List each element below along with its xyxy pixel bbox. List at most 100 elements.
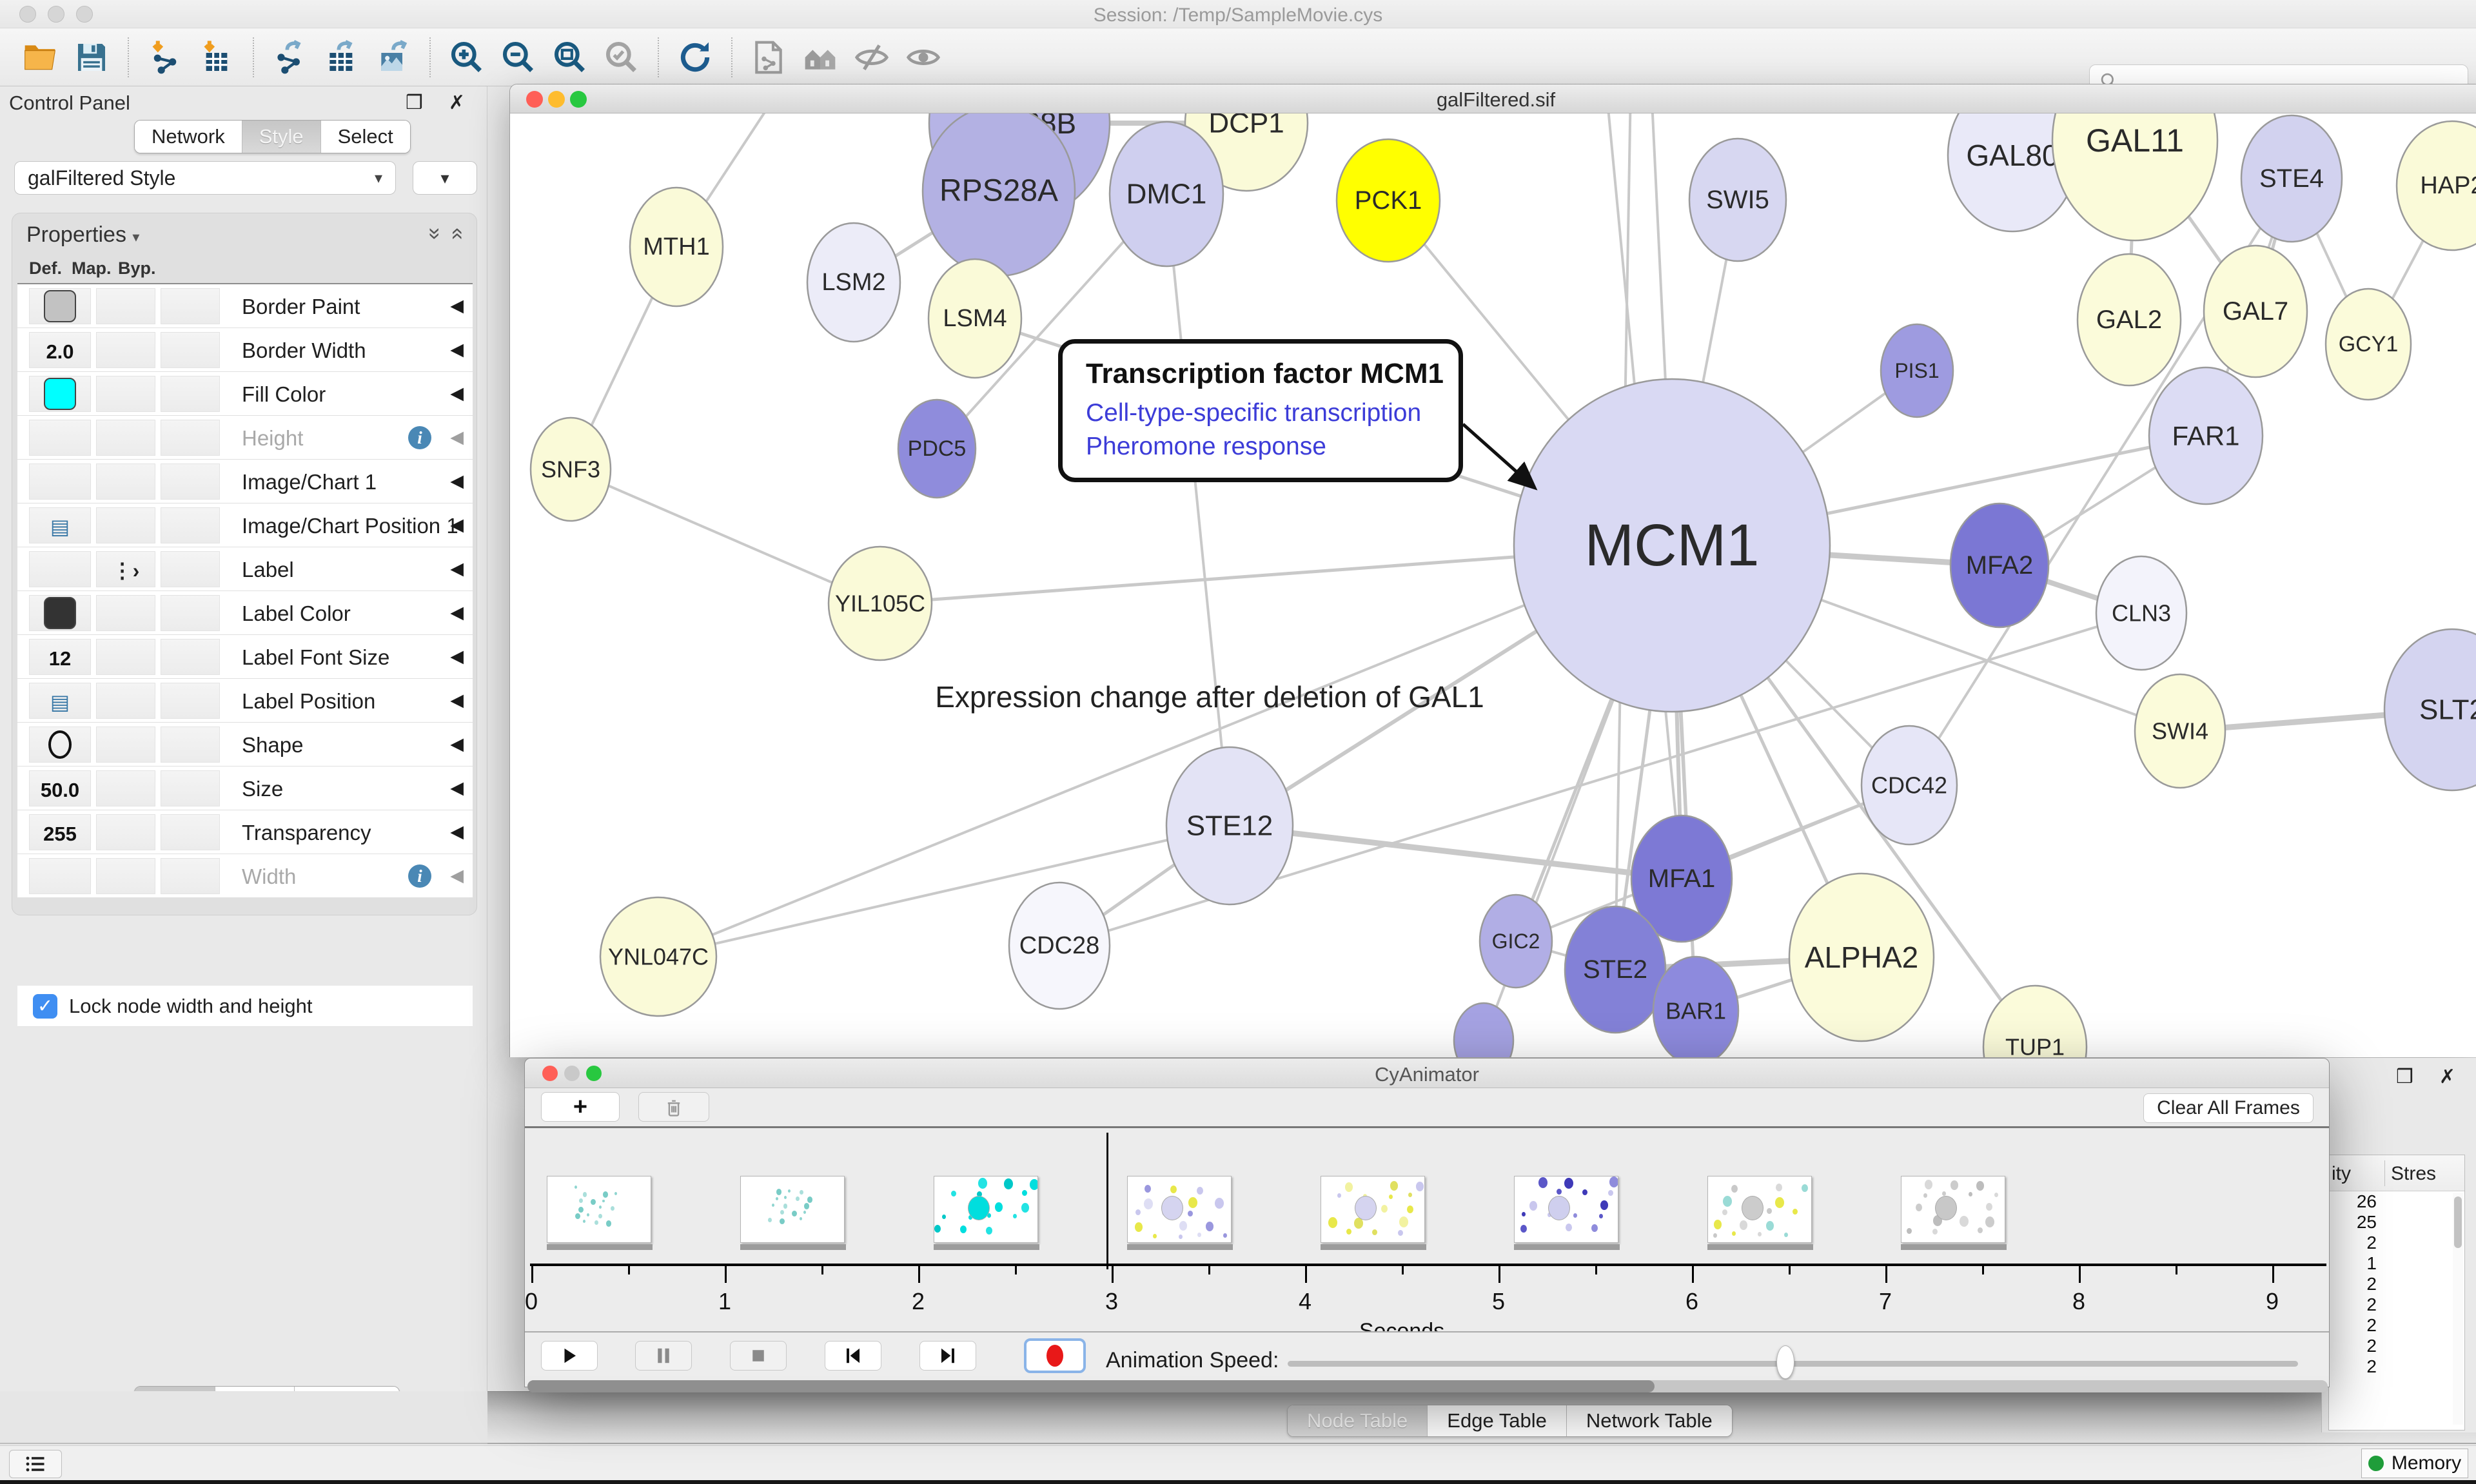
node-MCM1[interactable]: MCM1: [1514, 379, 1830, 712]
property-row-image-chart-1[interactable]: Image/Chart 1◀: [17, 460, 473, 503]
info-icon[interactable]: i: [408, 426, 431, 449]
node-MFA2[interactable]: MFA2: [1950, 503, 2049, 627]
node-pnode[interactable]: [1454, 1003, 1513, 1057]
expand-property-icon[interactable]: ◀: [450, 559, 464, 579]
column-header[interactable]: Stres: [2391, 1163, 2436, 1185]
pause-button[interactable]: [635, 1341, 692, 1371]
edge[interactable]: [658, 826, 1230, 957]
expand-property-icon[interactable]: ◀: [450, 822, 464, 842]
node-HAP2[interactable]: HAP2: [2397, 121, 2476, 250]
network-caption[interactable]: Expression change after deletion of GAL1: [855, 679, 1564, 714]
tab-network[interactable]: Network: [135, 121, 242, 153]
table-cell[interactable]: 2: [2329, 1233, 2464, 1253]
float-panel-icon[interactable]: ❒: [2396, 1066, 2425, 1088]
node-GIC2[interactable]: GIC2: [1480, 895, 1552, 988]
table-cell[interactable]: 1: [2329, 1253, 2464, 1274]
frame-thumbnail-5[interactable]: [1514, 1176, 1618, 1243]
color-swatch[interactable]: [44, 597, 76, 629]
expand-property-icon[interactable]: ◀: [450, 603, 464, 623]
property-row-label-font-size[interactable]: 12Label Font Size◀: [17, 635, 473, 679]
node-BAR1[interactable]: BAR1: [1653, 957, 1738, 1057]
playhead[interactable]: [1106, 1133, 1108, 1269]
node-PDC5[interactable]: PDC5: [898, 400, 976, 498]
clear-all-frames-button[interactable]: Clear All Frames: [2143, 1093, 2314, 1123]
collapse-all-icon[interactable]: »: [444, 228, 469, 240]
node-LSM2[interactable]: LSM2: [807, 223, 900, 342]
import-table-button[interactable]: [194, 36, 239, 79]
save-button[interactable]: [69, 36, 114, 79]
node-SWI5[interactable]: SWI5: [1689, 139, 1786, 261]
default-value[interactable]: 12: [30, 647, 90, 670]
export-table-button[interactable]: [319, 36, 364, 79]
expand-property-icon[interactable]: ◀: [450, 690, 464, 710]
memory-button[interactable]: Memory: [2361, 1449, 2468, 1478]
annotation-link[interactable]: Pheromone response: [1086, 433, 1459, 461]
expand-property-icon[interactable]: ◀: [450, 778, 464, 798]
style-dropdown[interactable]: galFiltered Style ▾: [14, 161, 396, 195]
hide-selected-button[interactable]: [849, 36, 894, 79]
export-network-button[interactable]: [268, 36, 313, 79]
expand-property-icon[interactable]: ◀: [450, 515, 464, 535]
default-value[interactable]: 50.0: [30, 779, 90, 802]
position-icon[interactable]: ▤: [30, 690, 90, 714]
show-all-button[interactable]: [901, 36, 946, 79]
delete-frame-button[interactable]: [638, 1092, 709, 1122]
zoom-selected-button[interactable]: [599, 36, 644, 79]
annotation-box[interactable]: Transcription factor MCM1 Cell-type-spec…: [1058, 339, 1463, 482]
skip-to-end-button[interactable]: [919, 1341, 976, 1371]
play-button[interactable]: [541, 1341, 598, 1371]
frame-thumbnail-7[interactable]: [1901, 1176, 2005, 1243]
node-PIS1[interactable]: PIS1: [1881, 324, 1953, 417]
expand-property-icon[interactable]: ◀: [450, 647, 464, 667]
expand-property-icon[interactable]: ◀: [450, 471, 464, 491]
record-button[interactable]: [1024, 1338, 1086, 1373]
table-header[interactable]: ity Stres: [2329, 1155, 2464, 1191]
node-GAL7[interactable]: GAL7: [2204, 246, 2307, 377]
expand-property-icon[interactable]: ◀: [450, 427, 464, 447]
expand-property-icon[interactable]: ◀: [450, 866, 464, 886]
frame-thumbnail-2[interactable]: [934, 1176, 1038, 1243]
task-history-button[interactable]: [9, 1450, 62, 1478]
expand-property-icon[interactable]: ◀: [450, 296, 464, 316]
table-cell[interactable]: 2: [2329, 1274, 2464, 1294]
property-row-height[interactable]: Heighti◀: [17, 416, 473, 460]
timeline-scrollbar[interactable]: [527, 1380, 2328, 1392]
node-STE2[interactable]: STE2: [1565, 906, 1665, 1033]
expand-property-icon[interactable]: ◀: [450, 340, 464, 360]
default-value[interactable]: 2.0: [30, 340, 90, 364]
info-icon[interactable]: i: [408, 864, 431, 888]
property-row-transparency[interactable]: 255Transparency◀: [17, 810, 473, 854]
tab-select[interactable]: Select: [321, 121, 410, 153]
open-folder-button[interactable]: [17, 36, 63, 79]
table-cell[interactable]: 2: [2329, 1315, 2464, 1336]
zoom-in-button[interactable]: [444, 36, 489, 79]
network-graph[interactable]: RPS28BDCP1RPS28ADMC1PCK1MTH1LSM2LSM4SNF3…: [510, 113, 2476, 1057]
network-file-button[interactable]: [746, 36, 791, 79]
network-window-titlebar[interactable]: galFiltered.sif: [510, 84, 2476, 113]
table-cell[interactable]: 2: [2329, 1294, 2464, 1315]
column-header[interactable]: ity: [2332, 1163, 2351, 1185]
refresh-button[interactable]: [673, 36, 718, 79]
node-YNL047C[interactable]: YNL047C: [600, 897, 716, 1016]
node-FAR1[interactable]: FAR1: [2149, 367, 2263, 504]
tab-node-table[interactable]: Node Table: [1288, 1405, 1428, 1436]
close-panel-icon[interactable]: ✗: [2439, 1066, 2467, 1088]
chevron-down-icon[interactable]: ▾: [132, 229, 139, 245]
skip-to-start-button[interactable]: [825, 1341, 881, 1371]
property-row-width[interactable]: Widthi◀: [17, 854, 473, 898]
table-cell[interactable]: 2: [2329, 1356, 2464, 1377]
timeline-scrollbar-thumb[interactable]: [527, 1380, 1655, 1392]
node-GAL2[interactable]: GAL2: [2078, 254, 2181, 386]
float-panel-icon[interactable]: ❒: [406, 92, 435, 114]
node-STE4[interactable]: STE4: [2241, 115, 2342, 242]
tab-edge-table[interactable]: Edge Table: [1428, 1405, 1567, 1436]
position-icon[interactable]: ▤: [30, 514, 90, 539]
node-YIL105C[interactable]: YIL105C: [829, 547, 932, 660]
annotation-link[interactable]: Cell-type-specific transcription: [1086, 399, 1459, 427]
zoom-fit-button[interactable]: [547, 36, 593, 79]
table-cell[interactable]: 2: [2329, 1336, 2464, 1356]
table-cell[interactable]: 25: [2329, 1212, 2464, 1233]
frame-thumbnail-6[interactable]: [1707, 1176, 1812, 1243]
close-panel-icon[interactable]: ✗: [449, 92, 477, 114]
node-PCK1[interactable]: PCK1: [1337, 139, 1440, 262]
